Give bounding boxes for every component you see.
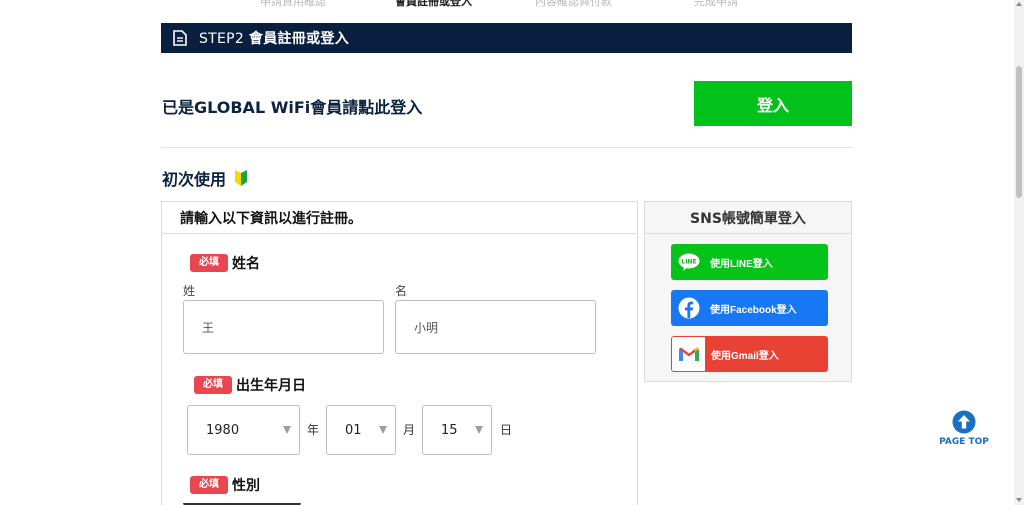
existing-member-text: 已是GLOBAL WiFi會員請點此登入 bbox=[162, 98, 423, 117]
required-badge: 必填 bbox=[194, 376, 232, 394]
birth-day-select[interactable]: 15 bbox=[422, 405, 492, 455]
last-name-input[interactable] bbox=[183, 300, 384, 354]
gmail-icon bbox=[672, 337, 705, 371]
gender-field-title: 必填 性別 bbox=[190, 475, 260, 495]
chevron-down-icon bbox=[283, 426, 291, 434]
arrow-up-circle-icon bbox=[952, 410, 976, 434]
step-title: 會員註冊或登入 bbox=[248, 31, 349, 47]
page-top-button[interactable]: PAGE TOP bbox=[938, 410, 990, 447]
facebook-login-label: 使用Facebook登入 bbox=[710, 304, 797, 316]
page-top-label: PAGE TOP bbox=[939, 437, 989, 447]
facebook-login-button[interactable]: 使用Facebook登入 bbox=[671, 290, 828, 326]
step-1: 申請資用確認 bbox=[260, 0, 326, 8]
section-divider bbox=[161, 147, 852, 148]
last-name-label: 姓 bbox=[183, 284, 196, 298]
progress-steps: 申請資用確認 會員註冊或登入 內容確認與付款 完成申請 bbox=[0, 0, 1014, 9]
name-label: 姓名 bbox=[232, 256, 260, 272]
step-2-current: 會員註冊或登入 bbox=[395, 0, 472, 8]
line-login-button[interactable]: LINE 使用LINE登入 bbox=[671, 244, 828, 280]
birth-month-select[interactable]: 01 bbox=[326, 405, 396, 455]
scroll-thumb[interactable] bbox=[1016, 66, 1022, 198]
scroll-down-arrow-icon[interactable] bbox=[1016, 498, 1022, 502]
document-icon bbox=[173, 30, 187, 46]
step-3: 內容確認與付款 bbox=[535, 0, 612, 8]
month-unit: 月 bbox=[403, 423, 416, 437]
sns-login-panel: SNS帳號簡單登入 LINE 使用LINE登入 使用Facebook登入 使用G… bbox=[644, 201, 852, 382]
chevron-down-icon bbox=[475, 426, 483, 434]
chevron-down-icon bbox=[379, 426, 387, 434]
step-header-text: STEP2 會員註冊或登入 bbox=[199, 28, 349, 48]
step-4: 完成申請 bbox=[694, 0, 738, 8]
login-button[interactable]: 登入 bbox=[694, 81, 852, 126]
facebook-icon bbox=[674, 297, 704, 319]
day-unit: 日 bbox=[500, 423, 513, 437]
first-time-title: 初次使用 bbox=[162, 166, 248, 190]
birth-year-select[interactable]: 1980 bbox=[187, 405, 300, 455]
birth-month-value: 01 bbox=[345, 422, 362, 438]
birth-day-value: 15 bbox=[441, 422, 458, 438]
line-icon: LINE bbox=[674, 253, 704, 271]
registration-header: 請輸入以下資訊以進行註冊。 bbox=[162, 202, 637, 234]
scroll-up-arrow-icon[interactable] bbox=[1016, 2, 1022, 6]
line-login-label: 使用LINE登入 bbox=[710, 258, 773, 270]
first-name-input[interactable] bbox=[395, 300, 596, 354]
required-badge: 必填 bbox=[190, 476, 228, 494]
first-name-label: 名 bbox=[395, 284, 408, 298]
required-badge: 必填 bbox=[190, 254, 228, 272]
step-header-bar: STEP2 會員註冊或登入 bbox=[161, 23, 852, 53]
birthdate-label: 出生年月日 bbox=[236, 378, 306, 394]
gender-label: 性別 bbox=[232, 478, 260, 494]
birth-year-value: 1980 bbox=[206, 422, 240, 438]
gmail-login-button[interactable]: 使用Gmail登入 bbox=[671, 336, 828, 372]
gmail-login-label: 使用Gmail登入 bbox=[711, 350, 779, 362]
name-field-title: 必填 姓名 bbox=[190, 253, 260, 273]
line-icon-text: LINE bbox=[681, 259, 696, 266]
step-number: STEP2 bbox=[199, 31, 249, 47]
scrollbar[interactable] bbox=[1014, 0, 1024, 505]
first-time-label: 初次使用 bbox=[162, 170, 227, 189]
sns-login-title: SNS帳號簡單登入 bbox=[645, 202, 851, 234]
birthdate-field-title: 必填 出生年月日 bbox=[194, 375, 306, 395]
beginner-mark-icon bbox=[235, 170, 248, 186]
year-unit: 年 bbox=[307, 423, 320, 437]
